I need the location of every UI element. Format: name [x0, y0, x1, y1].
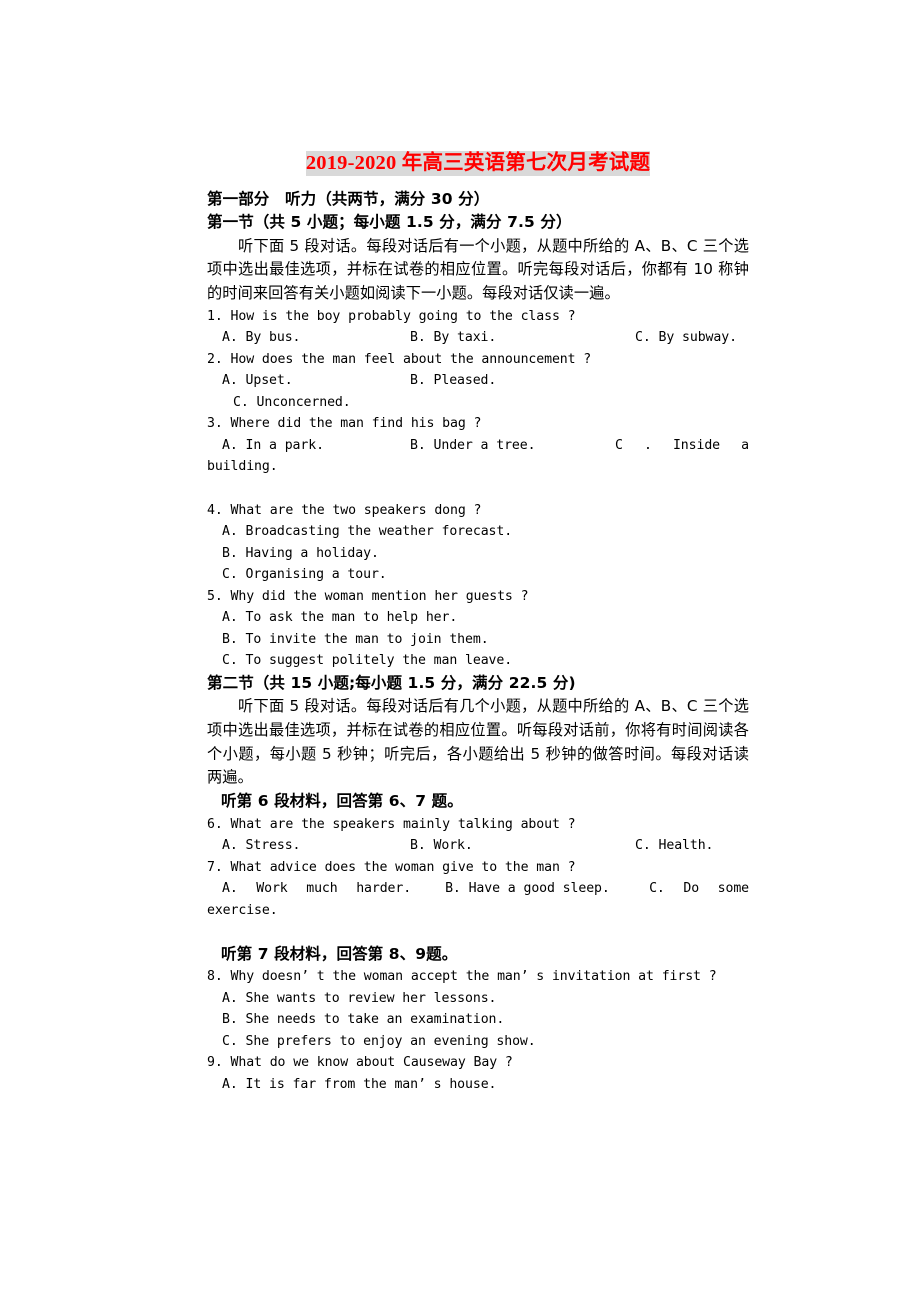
question-5-option-c-line: C. To suggest politely the man leave. [207, 650, 749, 672]
question-2-options: A. Upset. B. Pleased. [207, 370, 749, 392]
question-3-option-a: A. In a park. [222, 437, 324, 453]
material-7-heading: 听第 7 段材料，回答第 8、9题。 [221, 944, 458, 963]
question-4-option-a: A. Broadcasting the weather forecast. [222, 524, 513, 540]
question-1-option-c: C. By subway. [635, 330, 737, 346]
section-two-heading: 第二节（共 15 小题;每小题 1.5 分，满分 22.5 分) [207, 673, 576, 692]
question-4-option-a-line: A. Broadcasting the weather forecast. [207, 521, 749, 543]
question-5-option-c: C. To suggest politely the man leave. [222, 653, 513, 669]
question-4-stem: 4. What are the two speakers dong ? [207, 502, 482, 518]
question-2-option-a: A. Upset. [222, 373, 293, 389]
page-title: 2019-2020 年高三英语第七次月考试题 [207, 150, 749, 178]
question-1-option-b: B. By taxi. [410, 330, 497, 346]
question-7-options: A. Work much harder. B. Have a good sleep… [207, 878, 749, 943]
section-one-instruction: 听下面 5 段对话。每段对话后有一个小题，从题中所给的 A、B、C 三个选项中选… [207, 236, 749, 303]
question-8-option-c: C. She prefers to enjoy an evening show. [222, 1033, 536, 1049]
question-2-option-b: B. Pleased. [410, 373, 497, 389]
section-one-heading: 第一节（共 5 小题；每小题 1.5 分，满分 7.5 分） [207, 213, 572, 232]
question-2-option-c-line: C. Unconcerned. [207, 392, 749, 414]
question-6-option-a: A. Stress. [222, 838, 301, 854]
question-3-stem: 3. Where did the man find his bag ? [207, 416, 482, 432]
question-8-option-b: B. She needs to take an examination. [222, 1012, 505, 1028]
question-4-option-c: C. Organising a tour. [222, 567, 387, 583]
question-9-option-a: A. It is far from the man’ s house. [222, 1076, 497, 1092]
question-2-stem: 2. How does the man feel about the annou… [207, 351, 592, 367]
question-4-option-b-line: B. Having a holiday. [207, 543, 749, 565]
document-page: 2019-2020 年高三英语第七次月考试题 第一部分 听力（共两节，满分 30… [0, 0, 920, 1302]
question-8-option-c-line: C. She prefers to enjoy an evening show. [207, 1031, 749, 1053]
question-8-option-b-line: B. She needs to take an examination. [207, 1009, 749, 1031]
question-6-options: A. Stress. B. Work. C. Health. [207, 835, 749, 857]
page-title-text: 2019-2020 年高三英语第七次月考试题 [305, 151, 651, 176]
question-6-stem: 6. What are the speakers mainly talking … [207, 816, 576, 832]
question-5-option-b-line: B. To invite the man to join them. [207, 629, 749, 651]
material-6-heading: 听第 6 段材料，回答第 6、7 题。 [221, 792, 463, 810]
question-3-options: A. In a park. B. Under a tree. C . Inside … [207, 435, 749, 500]
question-5-option-b: B. To invite the man to join them. [222, 631, 489, 647]
question-4-option-c-line: C. Organising a tour. [207, 564, 749, 586]
document-body: 2019-2020 年高三英语第七次月考试题 第一部分 听力（共两节，满分 30… [207, 150, 749, 1095]
question-2-option-c: C. Unconcerned. [233, 394, 351, 410]
question-4-option-b: B. Having a holiday. [222, 545, 379, 561]
question-7-stem: 7. What advice does the woman give to th… [207, 859, 576, 875]
question-3-option-b: B. Under a tree. [410, 437, 536, 453]
question-9-option-a-line: A. It is far from the man’ s house. [207, 1074, 749, 1096]
question-8-option-a-line: A. She wants to review her lessons. [207, 988, 749, 1010]
question-7-option-b: B. Have a good sleep. [445, 881, 610, 897]
question-9-stem: 9. What do we know about Causeway Bay ? [207, 1055, 513, 1071]
question-5-stem: 5. Why did the woman mention her guests … [207, 588, 529, 604]
question-1-options: A. By bus. B. By taxi. C. By subway. [207, 327, 749, 349]
question-1-option-a: A. By bus. [222, 330, 301, 346]
question-6-option-b: B. Work. [410, 838, 473, 854]
section-two-instruction: 听下面 5 段对话。每段对话后有几个小题，从题中所给的 A、B、C 三个选项中选… [207, 697, 749, 787]
part-one-heading: 第一部分 听力（共两节，满分 30 分） [207, 189, 490, 208]
question-7-option-a: A. Work much harder. [222, 881, 412, 897]
question-6-option-c: C. Health. [635, 838, 714, 854]
question-8-stem: 8. Why doesn’ t the woman accept the man… [207, 969, 717, 985]
question-5-option-a-line: A. To ask the man to help her. [207, 607, 749, 629]
question-1-stem: 1. How is the boy probably going to the … [207, 308, 576, 324]
question-8-option-a: A. She wants to review her lessons. [222, 990, 497, 1006]
question-5-option-a: A. To ask the man to help her. [222, 610, 458, 626]
